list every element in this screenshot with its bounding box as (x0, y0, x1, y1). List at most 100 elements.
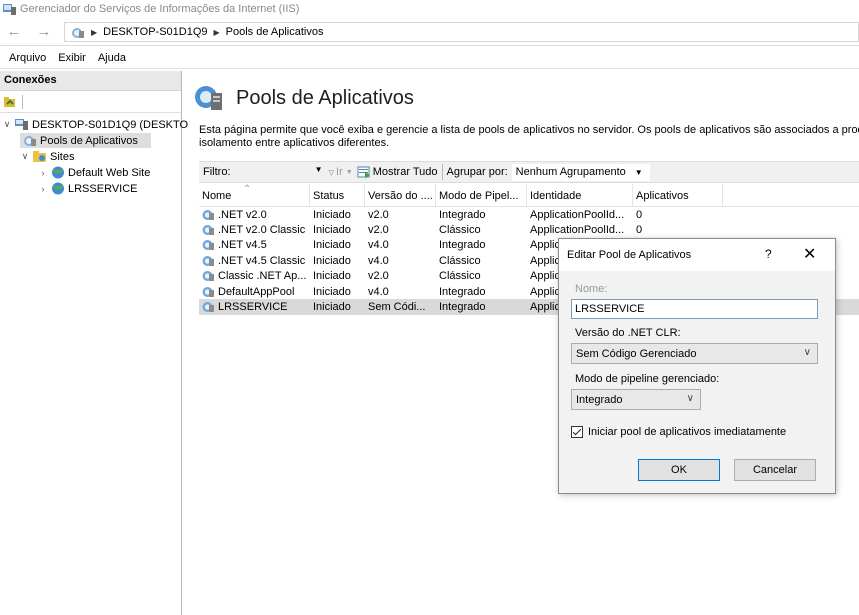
chevron-down-icon[interactable]: ▼ (315, 165, 323, 174)
app-pools-icon (23, 134, 37, 147)
tree-node-lrsservice[interactable]: › LRSSERVICE (38, 181, 138, 196)
cell-nome: DefaultAppPool (199, 286, 310, 298)
chevron-down-icon[interactable]: ∨ (20, 151, 30, 162)
chevron-down-icon: ∨ (686, 393, 694, 404)
pipeline-mode-select[interactable]: Integrado ∨ (571, 389, 701, 410)
toolbar-divider (441, 164, 443, 180)
toolbar-divider (22, 94, 23, 109)
breadcrumb[interactable]: ▶ DESKTOP-S01D1Q9 ▶ Pools de Aplicativos (64, 22, 859, 42)
show-all-icon (357, 166, 371, 178)
column-header-aplicativos[interactable]: Aplicativos (633, 184, 723, 206)
clr-version-label: Versão do .NET CLR: (575, 327, 681, 339)
column-header-identidade[interactable]: Identidade (527, 184, 633, 206)
filter-input[interactable]: ▼ (235, 164, 325, 180)
menu-ajuda[interactable]: Ajuda (92, 52, 132, 64)
cell-versao: v4.0 (368, 285, 389, 298)
sites-folder-icon (33, 150, 47, 163)
breadcrumb-separator-icon: ▶ (213, 27, 220, 37)
description-line-1: Esta página permite que você exiba e ger… (199, 124, 859, 136)
breadcrumb-item-server[interactable]: DESKTOP-S01D1Q9 (103, 26, 207, 38)
pipeline-mode-value: Integrado (576, 393, 623, 406)
menu-arquivo[interactable]: Arquivo (3, 52, 52, 64)
cell-modo-pipeline: Integrado (439, 301, 486, 314)
app-pool-icon (202, 255, 215, 267)
show-all-button[interactable]: Mostrar Tudo (357, 166, 438, 178)
help-button[interactable]: ? (765, 247, 772, 261)
clr-version-select[interactable]: Sem Código Gerenciado ∨ (571, 343, 818, 364)
cell-versao: v2.0 (368, 270, 389, 283)
app-pool-icon (202, 239, 215, 251)
tree-node-label: DESKTOP-S01D1Q9 (DESKTOP (32, 118, 196, 131)
tree-node-label: Default Web Site (68, 166, 151, 179)
name-label: Nome: (575, 283, 608, 295)
chevron-right-icon[interactable]: › (38, 184, 48, 194)
cell-text: .NET v4.5 (218, 239, 267, 252)
group-by-label: Agrupar por: (446, 166, 508, 178)
website-icon (51, 182, 65, 195)
app-pool-icon (202, 224, 215, 236)
cell-status: Iniciado (313, 285, 351, 298)
cell-versao: v4.0 (368, 239, 389, 252)
cell-nome: .NET v2.0 (199, 209, 310, 221)
tree-node-app-pools[interactable]: Pools de Aplicativos (20, 133, 151, 148)
chevron-down-icon: ▼ (634, 167, 643, 177)
app-pool-icon (202, 301, 215, 313)
tree-node-label: Sites (50, 150, 75, 163)
chevron-down-icon[interactable]: ∨ (2, 119, 12, 130)
back-button[interactable]: ← (3, 21, 25, 43)
go-button[interactable]: ▿ Ir ▼ (329, 166, 353, 179)
column-header-status[interactable]: Status (310, 184, 365, 206)
website-icon (51, 166, 65, 179)
address-bar: ← → ▶ DESKTOP-S01D1Q9 ▶ Pools de Aplicat… (0, 18, 859, 46)
app-pools-large-icon (194, 83, 224, 113)
cell-aplicativos: 0 (636, 208, 643, 221)
column-header-versao[interactable]: Versão do .... (365, 184, 436, 206)
funnel-icon: ▿ (328, 166, 335, 179)
app-pools-icon (71, 26, 85, 39)
dialog-titlebar: Editar Pool de Aplicativos ? ✕ (559, 239, 835, 271)
page-header: Pools de Aplicativos (194, 83, 414, 113)
iis-manager-icon (3, 3, 16, 15)
cell-status: Iniciado (313, 270, 351, 283)
filter-label: Filtro: (203, 166, 231, 178)
description-line-2: isolamento entre aplicativos diferentes. (199, 137, 390, 149)
column-header-modo-pipeline[interactable]: Modo de Pipel... (436, 184, 527, 206)
column-header-nome[interactable]: Nome (199, 184, 310, 206)
start-immediately-checkbox[interactable]: Iniciar pool de aplicativos imediatament… (571, 426, 786, 438)
ok-button[interactable]: OK (638, 459, 720, 481)
menu-exibir[interactable]: Exibir (52, 52, 92, 64)
cell-status: Iniciado (313, 254, 351, 267)
chevron-right-icon[interactable]: › (38, 168, 48, 178)
start-immediately-label: Iniciar pool de aplicativos imediatament… (588, 426, 787, 438)
checkbox-checked-icon[interactable] (571, 426, 583, 438)
tree-node-label: LRSSERVICE (68, 182, 138, 195)
forward-button[interactable]: → (33, 21, 55, 43)
cell-status: Iniciado (313, 301, 351, 314)
close-icon[interactable]: ✕ (803, 244, 816, 264)
cell-nome: LRSSERVICE (199, 301, 310, 313)
window-titlebar: Gerenciador do Serviços de Informações d… (0, 0, 859, 18)
cell-status: Iniciado (313, 239, 351, 252)
table-row[interactable]: .NET v2.0 Iniciado v2.0 Integrado Applicatio… (199, 207, 859, 222)
connections-pane: Conexões ∨ DESKTOP-S01D1Q9 (DESKTOP Pool… (0, 71, 195, 615)
cell-identidade: ApplicationPoolId... (530, 224, 625, 237)
tree-node-default-web-site[interactable]: › Default Web Site (38, 165, 150, 180)
name-value: LRSSERVICE (575, 303, 645, 315)
tree-node-server[interactable]: ∨ DESKTOP-S01D1Q9 (DESKTOP (2, 117, 196, 132)
group-by-select[interactable]: Nenhum Agrupamento ▼ (511, 163, 650, 181)
table-row[interactable]: .NET v2.0 Classic Iniciado v2.0 Clássico App… (199, 222, 859, 237)
server-icon (15, 118, 29, 131)
cell-modo-pipeline: Integrado (439, 285, 486, 298)
cell-text: .NET v4.5 Classic (218, 254, 306, 267)
tree-node-label: Pools de Aplicativos (40, 134, 138, 147)
cancel-button[interactable]: Cancelar (734, 459, 816, 481)
cell-modo-pipeline: Integrado (439, 208, 486, 221)
cell-nome: Classic .NET Ap... (199, 270, 310, 282)
name-field[interactable]: LRSSERVICE (571, 299, 818, 319)
connect-icon[interactable] (3, 95, 17, 109)
tree-node-sites[interactable]: ∨ Sites (20, 149, 75, 164)
cell-versao: v2.0 (368, 208, 389, 221)
breadcrumb-item-app-pools[interactable]: Pools de Aplicativos (226, 26, 324, 38)
cell-status: Iniciado (313, 224, 351, 237)
app-pool-icon (202, 209, 215, 221)
